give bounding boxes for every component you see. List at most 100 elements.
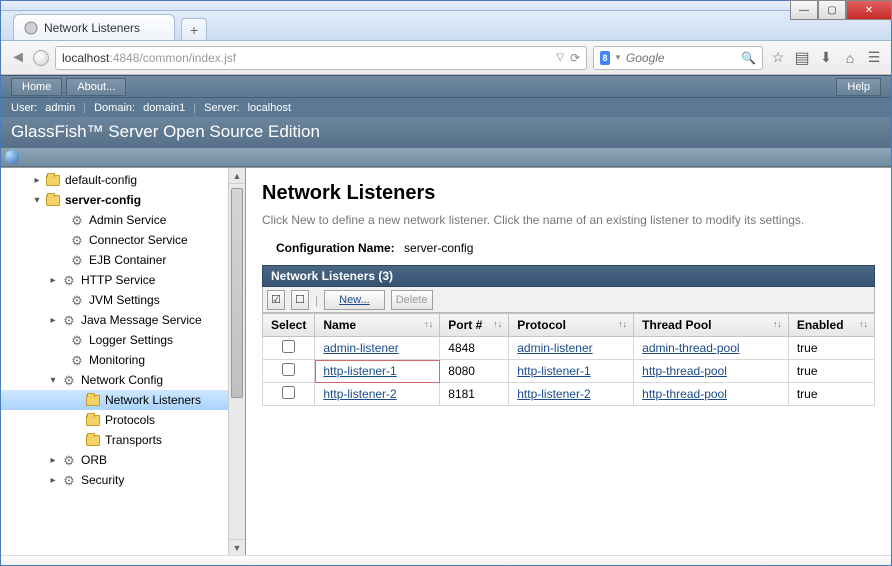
window-minimize-button[interactable]: — (790, 0, 818, 20)
expand-icon[interactable]: ▸ (31, 174, 43, 186)
listener-link[interactable]: http-listener-2 (323, 387, 396, 401)
tree-node-ejb-container[interactable]: ⚙EJB Container (1, 250, 228, 270)
reader-mode-icon[interactable]: ▽ (556, 52, 564, 63)
service-icon: ⚙ (61, 273, 77, 287)
pool-link[interactable]: admin-thread-pool (642, 341, 739, 355)
protocol-link[interactable]: http-listener-2 (517, 387, 590, 401)
protocol-link[interactable]: http-listener-1 (517, 364, 590, 378)
server-value: localhost (248, 102, 291, 114)
expand-icon[interactable]: ▸ (47, 314, 59, 326)
protocol-link[interactable]: admin-listener (517, 341, 592, 355)
search-input[interactable] (626, 51, 737, 65)
select-all-button[interactable]: ☑ (267, 290, 285, 310)
col-enabled[interactable]: Enabled↑↓ (788, 314, 874, 337)
service-icon: ⚙ (69, 293, 85, 307)
window-close-button[interactable]: ✕ (846, 0, 892, 20)
new-button[interactable]: New... (324, 290, 385, 310)
tree-node-network-config[interactable]: ▾⚙Network Config (1, 370, 228, 390)
tree-node-connector-service[interactable]: ⚙Connector Service (1, 230, 228, 250)
tree-node-network-listeners[interactable]: Network Listeners (1, 390, 228, 410)
expand-icon[interactable]: ▾ (47, 374, 59, 386)
reload-icon[interactable]: ⟳ (570, 51, 580, 65)
browser-window: — ▢ ✕ Network Listeners + ◄ localhost:48… (0, 0, 892, 566)
cell-name: http-listener-2 (315, 383, 440, 406)
product-title: GlassFish™ Server Open Source Edition (1, 117, 891, 147)
bookmark-star-icon[interactable]: ☆ (769, 49, 787, 67)
scroll-down-icon[interactable]: ▼ (229, 539, 245, 555)
delete-button[interactable]: Delete (391, 290, 433, 310)
new-tab-button[interactable]: + (181, 18, 207, 40)
pool-link[interactable]: http-thread-pool (642, 364, 727, 378)
downloads-icon[interactable]: ⬇ (817, 49, 835, 67)
expand-icon[interactable]: ▸ (47, 454, 59, 466)
col-protocol[interactable]: Protocol↑↓ (509, 314, 634, 337)
col-name[interactable]: Name↑↓ (315, 314, 440, 337)
expand-icon[interactable]: ▸ (47, 274, 59, 286)
listener-link[interactable]: http-listener-1 (323, 364, 396, 378)
help-button[interactable]: Help (836, 78, 881, 96)
row-checkbox[interactable] (282, 386, 295, 399)
tree-node-monitoring[interactable]: ⚙Monitoring (1, 350, 228, 370)
cell-name: admin-listener (315, 337, 440, 360)
pool-link[interactable]: http-thread-pool (642, 387, 727, 401)
home-button[interactable]: Home (11, 78, 62, 96)
col-port[interactable]: Port #↑↓ (440, 314, 509, 337)
tree-label: HTTP Service (81, 273, 155, 287)
expand-icon[interactable]: ▾ (31, 194, 43, 206)
scroll-thumb[interactable] (231, 188, 243, 398)
user-label: User: (11, 102, 37, 114)
domain-label: Domain: (94, 102, 135, 114)
table-row: http-listener-28181http-listener-2http-t… (263, 383, 875, 406)
row-checkbox[interactable] (282, 340, 295, 353)
folder-icon (85, 433, 101, 447)
window-titlebar: — ▢ ✕ (1, 1, 891, 11)
col-select[interactable]: Select (263, 314, 315, 337)
expand-icon (71, 414, 83, 426)
back-button[interactable]: ◄ (9, 49, 27, 67)
tree-label: server-config (65, 193, 141, 207)
table-row: http-listener-18080http-listener-1http-t… (263, 360, 875, 383)
tree-node-transports[interactable]: Transports (1, 430, 228, 450)
tree-node-orb[interactable]: ▸⚙ORB (1, 450, 228, 470)
tree-node-jvm-settings[interactable]: ⚙ JVM Settings (1, 290, 228, 310)
tree-node-security[interactable]: ▸⚙Security (1, 470, 228, 490)
config-name-label: Configuration Name: (276, 241, 395, 255)
expand-icon[interactable]: ▸ (47, 474, 59, 486)
home-icon[interactable]: ⌂ (841, 49, 859, 67)
scroll-up-icon[interactable]: ▲ (229, 168, 245, 184)
browser-tab[interactable]: Network Listeners (13, 14, 175, 40)
dropdown-icon[interactable]: ▼ (614, 53, 622, 62)
search-box[interactable]: 8 ▼ 🔍 (593, 46, 763, 70)
menu-icon[interactable]: ☰ (865, 49, 883, 67)
row-checkbox[interactable] (282, 363, 295, 376)
tree-node-logger-settings[interactable]: ⚙Logger Settings (1, 330, 228, 350)
listener-link[interactable]: admin-listener (323, 341, 398, 355)
service-icon: ⚙ (61, 453, 77, 467)
library-icon[interactable]: ▤ (793, 49, 811, 67)
folder-icon (45, 193, 61, 207)
tree-node-admin-service[interactable]: ⚙Admin Service (1, 210, 228, 230)
table-row: admin-listener4848admin-listeneradmin-th… (263, 337, 875, 360)
tree-node-server-config[interactable]: ▾ server-config (1, 190, 228, 210)
user-value: admin (45, 102, 75, 114)
sort-icon: ↑↓ (773, 319, 782, 329)
tree-label: Protocols (105, 413, 155, 427)
tree-node-http-service[interactable]: ▸⚙ HTTP Service (1, 270, 228, 290)
tree-node-java-message-service[interactable]: ▸⚙Java Message Service (1, 310, 228, 330)
col-pool[interactable]: Thread Pool↑↓ (634, 314, 789, 337)
refresh-icon[interactable] (5, 150, 19, 164)
statusbar (1, 555, 891, 565)
nav-tree[interactable]: ▸default-config ▾ server-config ⚙Admin Serv… (1, 168, 228, 555)
deselect-all-button[interactable]: ☐ (291, 290, 309, 310)
site-identity-icon[interactable] (33, 50, 49, 66)
row-checkbox-cell (263, 337, 315, 360)
tree-node-protocols[interactable]: Protocols (1, 410, 228, 430)
tree-node-default-config[interactable]: ▸default-config (1, 170, 228, 190)
tree-scrollbar[interactable]: ▲ ▼ (228, 168, 245, 555)
config-name-row: Configuration Name: server-config (262, 241, 875, 255)
search-icon[interactable]: 🔍 (741, 51, 756, 65)
window-maximize-button[interactable]: ▢ (818, 0, 846, 20)
tree-label: JVM Settings (89, 293, 160, 307)
address-bar[interactable]: localhost:4848/common/index.jsf ▽ ⟳ (55, 46, 587, 70)
about-button[interactable]: About... (66, 78, 126, 96)
